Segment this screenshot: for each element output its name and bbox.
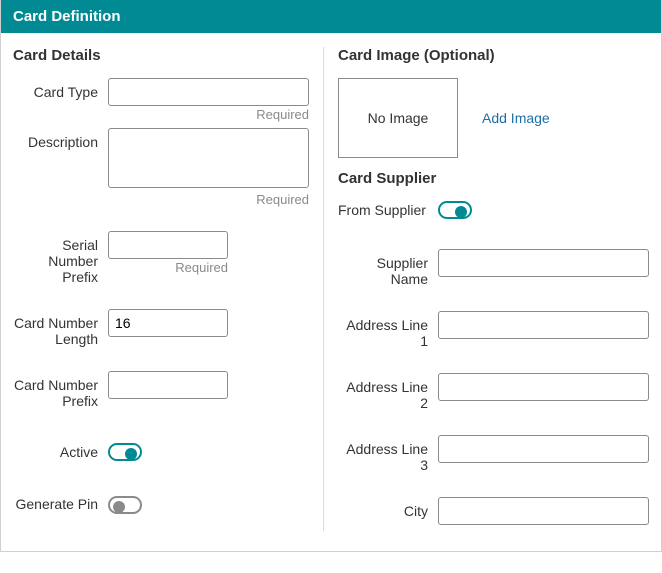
panel-header: Card Definition	[1, 0, 661, 33]
panel-title: Card Definition	[13, 8, 121, 25]
no-image-text: No Image	[368, 110, 429, 126]
card-number-length-input[interactable]	[108, 309, 228, 337]
card-type-label: Card Type	[13, 78, 108, 100]
supplier-name-input[interactable]	[438, 249, 649, 277]
address1-label: Address Line 1	[338, 311, 438, 349]
add-image-link[interactable]: Add Image	[482, 110, 550, 126]
card-details-column: Card Details Card Type Required Descript…	[13, 47, 323, 531]
address3-label: Address Line 3	[338, 435, 438, 473]
address2-input[interactable]	[438, 373, 649, 401]
serial-prefix-required: Required	[108, 260, 228, 275]
active-toggle[interactable]	[108, 443, 142, 461]
from-supplier-label: From Supplier	[338, 202, 438, 218]
description-required: Required	[108, 192, 309, 207]
serial-prefix-input[interactable]	[108, 231, 228, 259]
card-image-supplier-column: Card Image (Optional) No Image Add Image…	[323, 47, 649, 531]
active-label: Active	[13, 444, 108, 460]
serial-prefix-label: Serial Number Prefix	[13, 231, 108, 285]
address3-input[interactable]	[438, 435, 649, 463]
card-type-input[interactable]	[108, 78, 309, 106]
supplier-name-label: Supplier Name	[338, 249, 438, 287]
from-supplier-toggle[interactable]	[438, 201, 472, 219]
address2-label: Address Line 2	[338, 373, 438, 411]
card-image-preview: No Image	[338, 78, 458, 158]
address1-input[interactable]	[438, 311, 649, 339]
card-type-required: Required	[108, 107, 309, 122]
card-number-prefix-input[interactable]	[108, 371, 228, 399]
description-input[interactable]	[108, 128, 309, 188]
card-supplier-title: Card Supplier	[338, 170, 649, 187]
card-image-title: Card Image (Optional)	[338, 47, 649, 64]
city-label: City	[338, 497, 438, 519]
city-input[interactable]	[438, 497, 649, 525]
card-number-prefix-label: Card Number Prefix	[13, 371, 108, 409]
generate-pin-toggle[interactable]	[108, 496, 142, 514]
card-number-length-label: Card Number Length	[13, 309, 108, 347]
card-definition-panel: Card Definition Card Details Card Type R…	[0, 0, 662, 552]
generate-pin-label: Generate Pin	[13, 496, 108, 512]
description-label: Description	[13, 128, 108, 150]
card-details-title: Card Details	[13, 47, 309, 64]
